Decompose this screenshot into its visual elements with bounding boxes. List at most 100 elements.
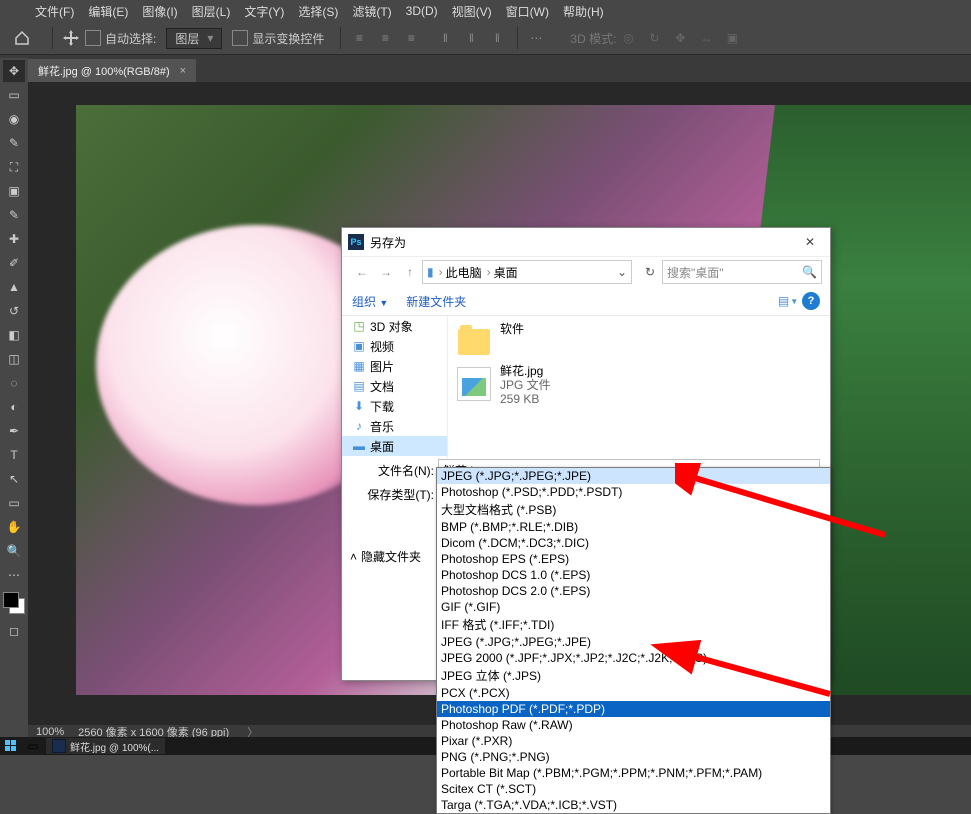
filetype-option[interactable]: JPEG (*.JPG;*.JPEG;*.JPE) (437, 468, 830, 484)
filetype-option[interactable]: Photoshop EPS (*.EPS) (437, 551, 830, 567)
view-mode-button[interactable]: ▤▼ (776, 291, 800, 311)
gradient-tool[interactable]: ◫ (3, 348, 25, 370)
3d-orbit-icon[interactable]: ◎ (616, 26, 640, 50)
menu-type[interactable]: 文字(Y) (244, 3, 284, 20)
menu-filter[interactable]: 滤镜(T) (352, 3, 391, 20)
layer-select[interactable]: 图层▾ (166, 28, 222, 49)
align-middle-icon[interactable]: ≡ (373, 26, 397, 50)
menu-window[interactable]: 窗口(W) (506, 3, 549, 20)
move-tool-icon[interactable] (59, 26, 83, 50)
refresh-button[interactable]: ↻ (638, 265, 662, 279)
nav-back-button[interactable]: ← (350, 260, 374, 284)
hand-tool[interactable]: ✋ (3, 516, 25, 538)
menu-layer[interactable]: 图层(L) (192, 3, 231, 20)
align-right-icon[interactable]: ‖ (485, 26, 509, 50)
foreground-color[interactable] (3, 592, 19, 608)
task-view-button[interactable]: ▭ (24, 738, 42, 754)
menu-edit[interactable]: 编辑(E) (88, 3, 128, 20)
quick-select-tool[interactable]: ✎ (3, 132, 25, 154)
filetype-option[interactable]: Pixar (*.PXR) (437, 733, 830, 749)
home-button[interactable] (8, 26, 36, 50)
tree-item-videos[interactable]: ▣视频 (342, 336, 447, 356)
healing-brush-tool[interactable]: ✚ (3, 228, 25, 250)
distribute-icon[interactable]: ⋯ (524, 26, 548, 50)
filetype-option[interactable]: Portable Bit Map (*.PBM;*.PGM;*.PPM;*.PN… (437, 765, 830, 781)
auto-select-checkbox[interactable] (85, 30, 101, 46)
filetype-option[interactable]: BMP (*.BMP;*.RLE;*.DIB) (437, 519, 830, 535)
breadcrumb-desktop[interactable]: 桌面 (494, 264, 518, 281)
path-select-tool[interactable]: ↖ (3, 468, 25, 490)
move-tool[interactable]: ✥ (3, 60, 25, 82)
menu-view[interactable]: 视图(V) (452, 3, 492, 20)
crop-tool[interactable]: ⛶ (3, 156, 25, 178)
dodge-tool[interactable]: ◐ (3, 396, 25, 418)
filetype-dropdown[interactable]: JPEG (*.JPG;*.JPEG;*.JPE) Photoshop (*.P… (436, 467, 831, 814)
menu-file[interactable]: 文件(F) (35, 3, 74, 20)
file-list[interactable]: 软件 鲜花.jpg JPG 文件 259 KB (448, 316, 830, 458)
tree-item-documents[interactable]: ▤文档 (342, 376, 447, 396)
3d-camera-icon[interactable]: ▣ (720, 26, 744, 50)
tree-item-3d-objects[interactable]: ◳3D 对象 (342, 316, 447, 336)
filetype-option[interactable]: PCX (*.PCX) (437, 685, 830, 701)
file-item-folder[interactable]: 软件 (454, 322, 624, 362)
breadcrumb-pc[interactable]: 此电脑 (446, 264, 482, 281)
clone-stamp-tool[interactable]: ▲ (3, 276, 25, 298)
align-top-icon[interactable]: ≡ (347, 26, 371, 50)
menu-3d[interactable]: 3D(D) (406, 4, 438, 18)
tree-item-downloads[interactable]: ⬇下载 (342, 396, 447, 416)
blur-tool[interactable]: ◌ (3, 372, 25, 394)
pen-tool[interactable]: ✒ (3, 420, 25, 442)
quick-mask-tool[interactable]: ◻ (3, 620, 25, 642)
filetype-option[interactable]: Photoshop DCS 1.0 (*.EPS) (437, 567, 830, 583)
file-item-image[interactable]: 鲜花.jpg JPG 文件 259 KB (454, 364, 624, 406)
type-tool[interactable]: T (3, 444, 25, 466)
filetype-option-selected[interactable]: Photoshop PDF (*.PDF;*.PDP) (437, 701, 830, 717)
3d-roll-icon[interactable]: ↻ (642, 26, 666, 50)
tree-item-desktop[interactable]: ▬桌面 (342, 436, 447, 456)
filetype-option[interactable]: Photoshop DCS 2.0 (*.EPS) (437, 583, 830, 599)
close-tab-icon[interactable]: × (180, 65, 186, 77)
marquee-tool[interactable]: ▭ (3, 84, 25, 106)
eraser-tool[interactable]: ◧ (3, 324, 25, 346)
nav-forward-button[interactable]: → (374, 260, 398, 284)
brush-tool[interactable]: ✐ (3, 252, 25, 274)
filetype-option[interactable]: JPEG 立体 (*.JPS) (437, 666, 830, 685)
shape-tool[interactable]: ▭ (3, 492, 25, 514)
filetype-option[interactable]: GIF (*.GIF) (437, 599, 830, 615)
filetype-option[interactable]: Photoshop Raw (*.RAW) (437, 717, 830, 733)
align-left-icon[interactable]: ‖ (433, 26, 457, 50)
nav-up-button[interactable]: ↑ (398, 260, 422, 284)
filetype-option[interactable]: JPEG (*.JPG;*.JPEG;*.JPE) (437, 634, 830, 650)
filetype-option[interactable]: JPEG 2000 (*.JPF;*.JPX;*.JP2;*.J2C;*.J2K… (437, 650, 830, 666)
new-folder-button[interactable]: 新建文件夹 (406, 293, 466, 310)
dialog-titlebar[interactable]: Ps 另存为 ✕ (342, 228, 830, 256)
taskbar-app-photoshop[interactable]: 鲜花.jpg @ 100%(... (46, 738, 165, 754)
filetype-option[interactable]: IFF 格式 (*.IFF;*.TDI) (437, 615, 830, 634)
filetype-option[interactable]: Photoshop (*.PSD;*.PDD;*.PSDT) (437, 484, 830, 500)
document-tab[interactable]: 鲜花.jpg @ 100%(RGB/8#) × (28, 59, 196, 83)
search-box[interactable]: 搜索"桌面" 🔍 (662, 260, 822, 284)
tree-item-pictures[interactable]: ▦图片 (342, 356, 447, 376)
history-brush-tool[interactable]: ↺ (3, 300, 25, 322)
filetype-option[interactable]: 大型文档格式 (*.PSB) (437, 500, 830, 519)
3d-slide-icon[interactable]: ↔ (694, 26, 718, 50)
organize-menu[interactable]: 组织 ▼ (352, 293, 388, 310)
align-center-icon[interactable]: ‖ (459, 26, 483, 50)
breadcrumb-path[interactable]: ▮ › 此电脑 › 桌面 ⌄ (422, 260, 632, 284)
eyedropper-tool[interactable]: ✎ (3, 204, 25, 226)
menu-image[interactable]: 图像(I) (142, 3, 177, 20)
zoom-tool[interactable]: 🔍 (3, 540, 25, 562)
frame-tool[interactable]: ▣ (3, 180, 25, 202)
color-swatches[interactable] (3, 592, 25, 614)
menu-select[interactable]: 选择(S) (298, 3, 338, 20)
3d-pan-icon[interactable]: ✥ (668, 26, 692, 50)
filetype-option[interactable]: Dicom (*.DCM;*.DC3;*.DIC) (437, 535, 830, 551)
start-button[interactable] (2, 738, 20, 754)
align-bottom-icon[interactable]: ≡ (399, 26, 423, 50)
help-button[interactable]: ? (802, 292, 820, 310)
lasso-tool[interactable]: ◉ (3, 108, 25, 130)
tree-item-music[interactable]: ♪音乐 (342, 416, 447, 436)
filetype-option[interactable]: Targa (*.TGA;*.VDA;*.ICB;*.VST) (437, 797, 830, 813)
menu-help[interactable]: 帮助(H) (563, 3, 604, 20)
show-transform-checkbox[interactable] (232, 30, 248, 46)
